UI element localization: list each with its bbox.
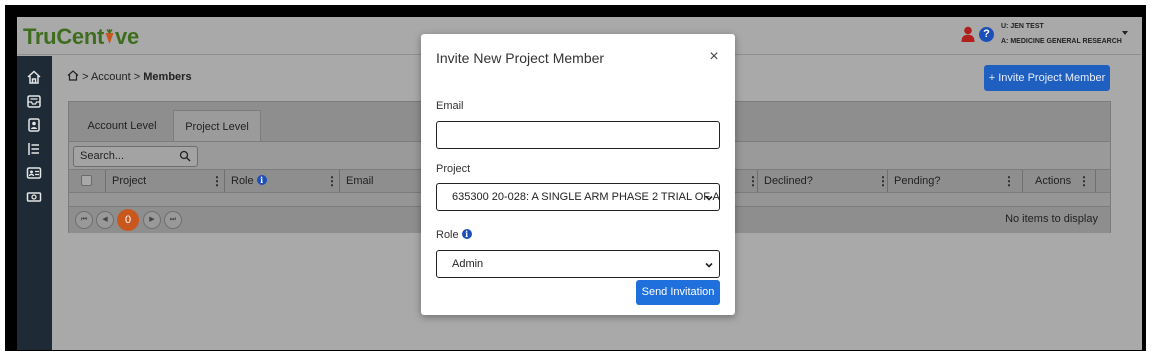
breadcrumb-separator: > — [82, 71, 89, 83]
breadcrumb-account[interactable]: Account — [91, 71, 131, 83]
col-role-menu[interactable]: ⋮ — [326, 170, 338, 192]
col-role-label: Role — [231, 175, 254, 187]
role-label: Role i — [436, 229, 472, 241]
breadcrumb: > Account > Members — [67, 70, 192, 83]
search-icon[interactable] — [179, 150, 191, 162]
inbox-icon[interactable] — [26, 93, 42, 109]
info-icon[interactable]: i — [461, 229, 472, 239]
contact-book-icon[interactable] — [26, 117, 42, 133]
col-role[interactable]: Role i — [224, 170, 338, 192]
modal-title: Invite New Project Member — [436, 50, 605, 66]
email-label: Email — [436, 100, 464, 112]
caret-icon[interactable] — [1122, 31, 1128, 35]
user-icon[interactable] — [961, 26, 975, 42]
next-page-button[interactable]: ▶ — [143, 211, 161, 229]
info-icon[interactable]: i — [256, 175, 267, 185]
logo-text-end: ve — [115, 24, 139, 49]
help-icon[interactable]: ? — [979, 27, 994, 42]
invite-member-modal: Invite New Project Member × Email Projec… — [421, 34, 735, 315]
window-frame: TruCent ve ? U: JEN TEST A: MEDICINE GENE… — [5, 5, 1146, 351]
app-screen: TruCent ve ? U: JEN TEST A: MEDICINE GENE… — [17, 17, 1142, 350]
no-items-message: No items to display — [1005, 213, 1098, 225]
home-icon[interactable] — [67, 70, 79, 81]
col-pending-menu[interactable]: ⋮ — [1003, 170, 1015, 192]
list-icon[interactable] — [26, 141, 42, 157]
search-placeholder: Search... — [80, 150, 125, 162]
col-email[interactable]: Email — [339, 170, 429, 192]
invite-project-member-button[interactable]: + Invite Project Member — [984, 65, 1110, 91]
logo-text-start: TruCent — [23, 24, 105, 49]
breadcrumb-members: Members — [143, 71, 192, 83]
select-all-checkbox[interactable] — [81, 175, 92, 186]
col-project[interactable]: Project — [105, 170, 223, 192]
last-page-button[interactable]: ⏭ — [164, 211, 182, 229]
home-icon[interactable] — [26, 69, 42, 85]
col-actions-menu[interactable]: ⋮ — [1078, 170, 1090, 192]
col-project-menu[interactable]: ⋮ — [211, 170, 223, 192]
current-user-label: U: JEN TEST — [1001, 23, 1044, 30]
role-label-text: Role — [436, 229, 459, 241]
sidebar — [17, 56, 52, 350]
current-account-label[interactable]: A: MEDICINE GENERAL RESEARCH — [1001, 38, 1122, 45]
money-icon[interactable] — [26, 189, 42, 205]
email-field[interactable] — [436, 121, 720, 149]
col-pending[interactable]: Pending? — [887, 170, 1022, 192]
tab-account-level[interactable]: Account Level — [83, 110, 161, 142]
project-select[interactable]: 635300 20-028: A SINGLE ARM PHASE 2 TRIA… — [436, 183, 720, 211]
role-select[interactable]: Admin — [436, 250, 720, 278]
current-page[interactable]: 0 — [117, 209, 139, 231]
breadcrumb-separator: > — [133, 71, 141, 83]
trucentive-logo[interactable]: TruCent ve — [23, 24, 139, 50]
tab-project-level[interactable]: Project Level — [173, 110, 261, 142]
grid-search-input[interactable]: Search... — [73, 146, 198, 167]
col-declined[interactable]: Declined? — [757, 170, 882, 192]
role-select-value: Admin — [452, 258, 484, 270]
send-invitation-button[interactable]: Send Invitation — [636, 280, 720, 305]
chevron-down-icon — [705, 262, 713, 268]
project-select-value: 635300 20-028: A SINGLE ARM PHASE 2 TRIA… — [452, 191, 720, 203]
first-page-button[interactable]: ⏮ — [75, 211, 93, 229]
project-label: Project — [436, 163, 471, 175]
col-declined-menu[interactable]: ⋮ — [877, 170, 889, 192]
col-email-menu[interactable]: ⋮ — [747, 170, 759, 192]
chevron-down-icon — [705, 195, 713, 201]
close-icon[interactable]: × — [707, 49, 721, 65]
carrot-icon — [105, 29, 114, 44]
id-card-icon[interactable] — [26, 165, 42, 181]
prev-page-button[interactable]: ◀ — [96, 211, 114, 229]
